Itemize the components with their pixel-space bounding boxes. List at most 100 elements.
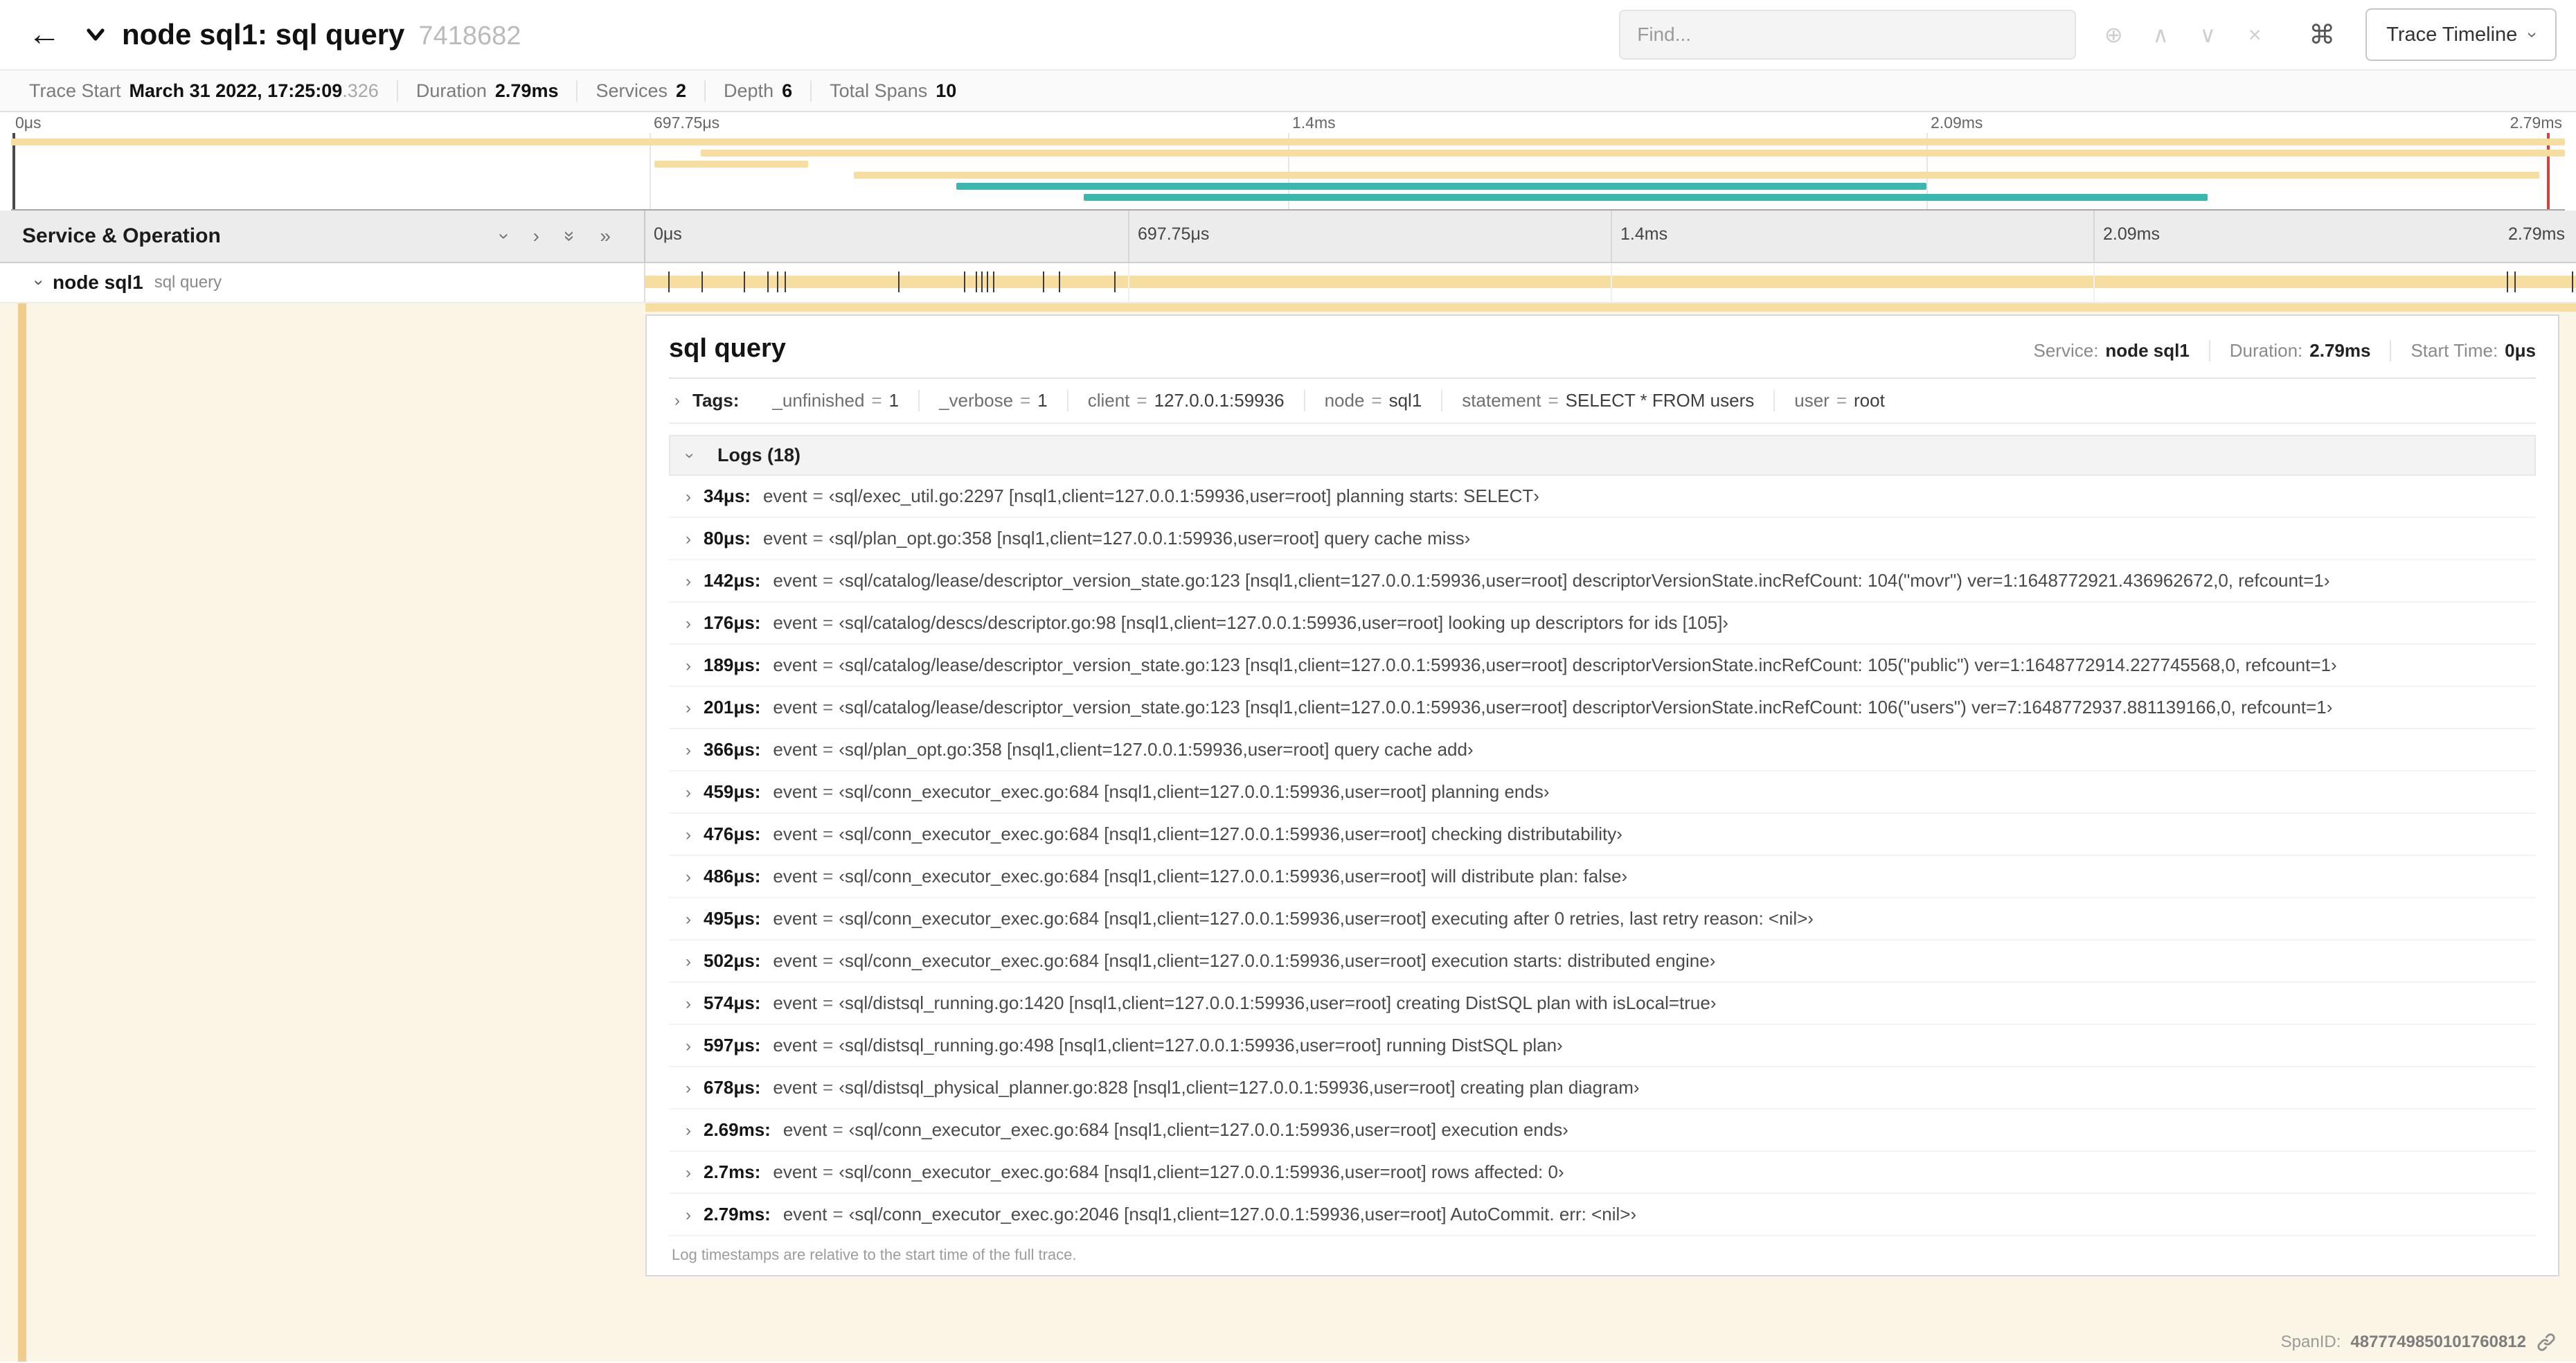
span-detail-title: sql query	[669, 334, 786, 363]
log-row[interactable]: › 2.7ms: event = ‹sql/conn_executor_exec.go:…	[669, 1152, 2536, 1194]
log-key: event	[773, 1035, 818, 1055]
log-row[interactable]: › 189μs: event = ‹sql/catalog/lease/descript…	[669, 645, 2536, 687]
span-collapse-icon[interactable]: ›	[29, 280, 48, 285]
log-key: event	[773, 950, 818, 971]
log-key: event	[773, 612, 818, 633]
timeline-row-gridline	[1611, 263, 1612, 302]
log-equals: =	[823, 992, 834, 1013]
find-input[interactable]	[1619, 10, 2077, 60]
minimap-span	[854, 172, 2540, 179]
back-button[interactable]: ←	[19, 10, 69, 60]
log-expand-icon[interactable]: ›	[686, 1121, 691, 1141]
topbar-actions: ⊕ ∧ ∨ × ⌘ Trace Timeline ›	[1619, 8, 2557, 61]
log-marker	[776, 271, 778, 292]
find-prev-icon[interactable]: ∧	[2148, 21, 2173, 48]
log-row[interactable]: › 2.79ms: event = ‹sql/conn_executor_exec.go…	[669, 1194, 2536, 1236]
logs-collapse-icon[interactable]: ›	[680, 453, 699, 458]
logs-header[interactable]: › Logs (18)	[669, 435, 2536, 476]
tag-value: 1	[888, 390, 900, 411]
log-row[interactable]: › 201μs: event = ‹sql/catalog/lease/descript…	[669, 687, 2536, 729]
collapse-trace-chevron-icon[interactable]	[83, 22, 108, 47]
top-bar: ← node sql1: sql query 7418682 ⊕ ∧ ∨ × ⌘…	[0, 0, 2576, 69]
log-value: ‹sql/catalog/lease/descriptor_version_st…	[839, 697, 2333, 718]
log-expand-icon[interactable]: ›	[686, 1164, 691, 1183]
tags-expand-icon[interactable]: ›	[674, 391, 680, 411]
tag-equals: =	[1548, 390, 1559, 411]
service-operation-header: Service & Operation › › » »	[0, 211, 645, 262]
log-expand-icon[interactable]: ›	[686, 826, 691, 845]
log-expand-icon[interactable]: ›	[686, 995, 691, 1014]
log-expand-icon[interactable]: ›	[686, 783, 691, 803]
minimap-span	[11, 139, 2565, 145]
log-expand-icon[interactable]: ›	[686, 910, 691, 929]
timeline-tick-label: 1.4ms	[1611, 211, 1667, 262]
span-service-name: node sql1	[53, 271, 143, 293]
log-key: event	[773, 908, 818, 929]
log-expand-icon[interactable]: ›	[686, 1079, 691, 1098]
log-row[interactable]: › 459μs: event = ‹sql/conn_executor_exec.go:…	[669, 772, 2536, 814]
expand-one-icon[interactable]: ›	[533, 225, 539, 247]
keyboard-shortcuts-icon[interactable]: ⌘	[2292, 19, 2352, 51]
log-marker	[987, 271, 989, 292]
timeline-row-gridline	[2093, 263, 2095, 302]
log-row[interactable]: › 2.69ms: event = ‹sql/conn_executor_exec.go…	[669, 1110, 2536, 1152]
log-timestamp: 189μs:	[704, 654, 761, 675]
trace-summary-bar: Trace Start March 31 2022, 17:25:09.326 Du…	[0, 69, 2576, 112]
log-message: event = ‹sql/catalog/lease/descriptor_vers…	[773, 697, 2332, 718]
summary-item: Trace Start March 31 2022, 17:25:09.326	[11, 80, 397, 102]
log-key: event	[773, 1077, 818, 1098]
focus-icon[interactable]: ⊕	[2101, 21, 2126, 48]
span-row-label[interactable]: › node sql1 sql query	[0, 263, 645, 302]
span-bar-container[interactable]	[645, 263, 2576, 302]
log-expand-icon[interactable]: ›	[686, 952, 691, 972]
log-expand-icon[interactable]: ›	[686, 868, 691, 887]
log-expand-icon[interactable]: ›	[686, 1037, 691, 1056]
log-message: event = ‹sql/distsql_running.go:498 [nsql1…	[773, 1035, 1562, 1056]
log-row[interactable]: › 495μs: event = ‹sql/conn_executor_exec.go:…	[669, 898, 2536, 941]
log-row[interactable]: › 34μs: event = ‹sql/exec_util.go:2297 [nsql…	[669, 476, 2536, 518]
expand-all-icon[interactable]: »	[600, 225, 611, 247]
log-expand-icon[interactable]: ›	[686, 657, 691, 676]
log-message: event = ‹sql/conn_executor_exec.go:684 [ns…	[773, 1161, 1564, 1183]
log-row[interactable]: › 142μs: event = ‹sql/catalog/lease/descript…	[669, 560, 2536, 603]
log-expand-icon[interactable]: ›	[686, 530, 691, 549]
log-timestamp: 2.79ms:	[704, 1204, 771, 1224]
deep-link-icon[interactable]	[2536, 1332, 2557, 1353]
log-row[interactable]: › 678μs: event = ‹sql/distsql_physical_plann…	[669, 1067, 2536, 1110]
log-timestamp: 486μs:	[704, 866, 761, 887]
log-key: event	[773, 823, 818, 844]
log-row[interactable]: › 366μs: event = ‹sql/plan_opt.go:358 [nsql1…	[669, 729, 2536, 772]
log-marker	[668, 271, 670, 292]
log-expand-icon[interactable]: ›	[686, 488, 691, 507]
find-next-icon[interactable]: ∨	[2195, 21, 2220, 48]
tag-item: client = 127.0.0.1:59936	[1066, 390, 1304, 411]
log-row[interactable]: › 176μs: event = ‹sql/catalog/descs/descript…	[669, 603, 2536, 645]
span-detail-header[interactable]: sql query Service: node sql1 Duration: 2.79…	[669, 327, 2536, 379]
log-row[interactable]: › 502μs: event = ‹sql/conn_executor_exec.go:…	[669, 941, 2536, 983]
log-row[interactable]: › 597μs: event = ‹sql/distsql_running.go:498…	[669, 1025, 2536, 1067]
clear-find-icon[interactable]: ×	[2242, 22, 2267, 48]
log-row[interactable]: › 486μs: event = ‹sql/conn_executor_exec.go:…	[669, 856, 2536, 898]
collapse-one-icon[interactable]: ›	[494, 233, 516, 239]
log-equals: =	[823, 950, 834, 971]
log-expand-icon[interactable]: ›	[686, 572, 691, 591]
log-expand-icon[interactable]: ›	[686, 699, 691, 718]
log-expand-icon[interactable]: ›	[686, 614, 691, 634]
collapse-all-icon[interactable]: »	[559, 231, 581, 242]
log-row[interactable]: › 80μs: event = ‹sql/plan_opt.go:358 [nsql1,…	[669, 518, 2536, 560]
tags-row[interactable]: › Tags: _unfinished = 1 _verbose = 1 client = 12…	[669, 379, 2536, 424]
log-row[interactable]: › 476μs: event = ‹sql/conn_executor_exec.go:…	[669, 814, 2536, 856]
log-row[interactable]: › 574μs: event = ‹sql/distsql_running.go:142…	[669, 983, 2536, 1025]
minimap-tick-label: 2.09ms	[1931, 114, 1983, 132]
log-marker	[2572, 271, 2574, 292]
log-expand-icon[interactable]: ›	[686, 741, 691, 760]
minimap-canvas[interactable]	[11, 133, 2565, 211]
log-equals: =	[823, 1077, 834, 1098]
tag-item: _verbose = 1	[918, 390, 1067, 411]
log-timestamp: 678μs:	[704, 1077, 761, 1098]
trace-view-select[interactable]: Trace Timeline ›	[2365, 8, 2557, 61]
log-expand-icon[interactable]: ›	[686, 1206, 691, 1225]
summary-item-value: 2	[676, 80, 687, 101]
log-value: ‹sql/conn_executor_exec.go:2046 [nsql1,c…	[848, 1204, 1637, 1224]
trace-view-label: Trace Timeline	[2386, 23, 2518, 46]
